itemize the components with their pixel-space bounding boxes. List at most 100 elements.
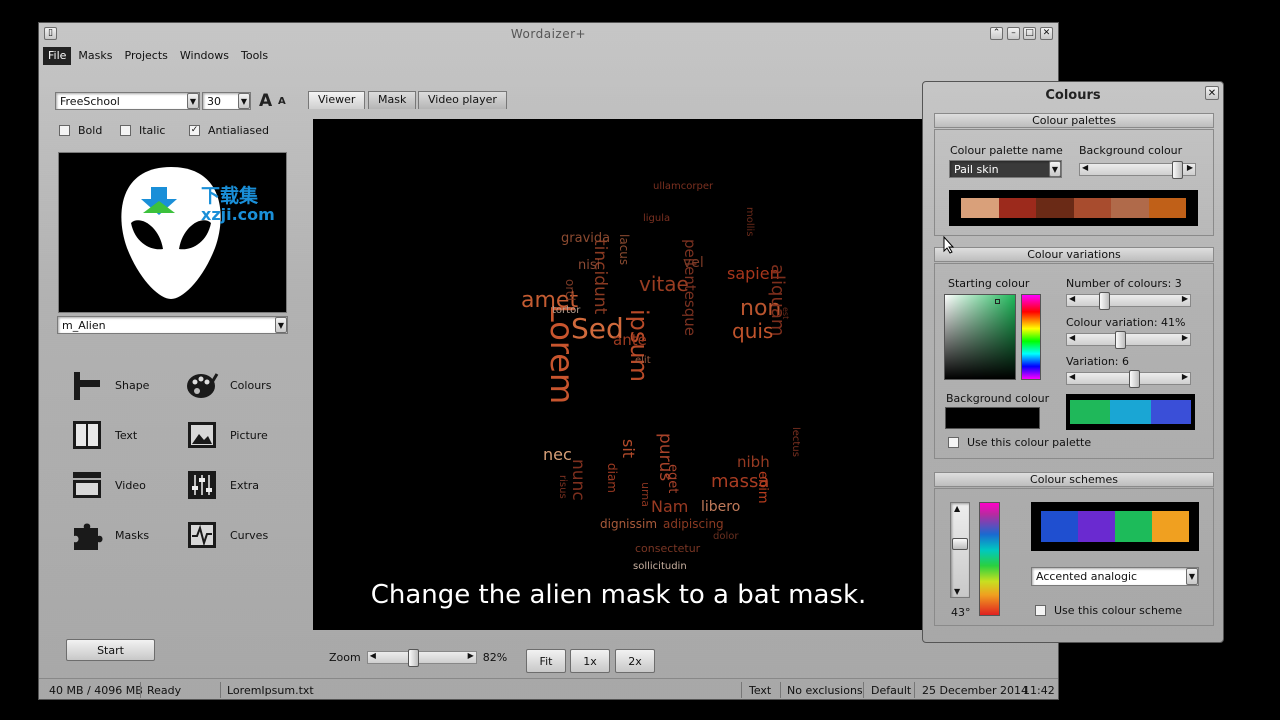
start-button[interactable]: Start [66, 639, 155, 661]
antialiased-label: Antialiased [208, 124, 269, 137]
window-close-button[interactable]: ✕ [1040, 27, 1053, 40]
font-size-select[interactable]: 30 ▼ [202, 92, 251, 110]
antialiased-option[interactable]: ✓ Antialiased [189, 124, 269, 137]
zoom-2x-button[interactable]: 2x [615, 649, 655, 673]
scheme-swatch [1152, 511, 1189, 542]
arrow-left-icon[interactable]: ◀ [370, 651, 376, 660]
colour-schemes-box: ▲ ▼ 43° Accented analogic ▼ Use this col… [934, 488, 1214, 626]
tool-extra[interactable]: Extra [184, 467, 259, 503]
colours-panel-title: Colours [1045, 88, 1101, 103]
menu-windows[interactable]: Windows [175, 47, 234, 65]
zoom-slider[interactable]: ◀ ▶ [366, 649, 477, 667]
arrow-right-icon[interactable]: ▶ [1182, 333, 1188, 342]
window-minimize-button[interactable]: – [1007, 27, 1020, 40]
tool-picture[interactable]: Picture [184, 417, 268, 453]
arrow-right-icon[interactable]: ▶ [1187, 163, 1193, 172]
slider-thumb[interactable] [1115, 331, 1126, 349]
section-colour-schemes[interactable]: Colour schemes [934, 472, 1214, 487]
arrow-left-icon[interactable]: ◀ [1069, 333, 1075, 342]
zoom-slider-thumb[interactable] [407, 649, 419, 667]
word-cloud-word: diam [605, 463, 619, 493]
variation-bg-colour-swatch[interactable] [945, 407, 1040, 429]
window-maximize-button[interactable]: □ [1023, 27, 1036, 40]
arrow-right-icon[interactable]: ▶ [1182, 372, 1188, 381]
mask-select-value: m_Alien [62, 319, 106, 332]
status-state: Ready [147, 684, 182, 697]
tool-shape[interactable]: Shape [69, 367, 149, 403]
font-family-select[interactable]: FreeSchool ▼ [55, 92, 200, 110]
tool-text[interactable]: Text [69, 417, 137, 453]
use-scheme-option[interactable]: Use this colour scheme [1035, 604, 1182, 617]
chevron-down-icon[interactable]: ▼ [1186, 568, 1198, 585]
variation-count-slider[interactable]: ◀ ▶ [1066, 370, 1191, 388]
palette-bg-slider[interactable]: ◀ ▶ [1079, 161, 1196, 179]
slider-thumb[interactable] [1099, 292, 1110, 310]
scheme-hue-bar[interactable] [979, 502, 1000, 616]
arrow-right-icon[interactable]: ▶ [468, 651, 474, 660]
arrow-right-icon[interactable]: ▶ [1182, 294, 1188, 303]
colour-picker-cursor[interactable] [995, 299, 1000, 304]
menu-file[interactable]: File [43, 47, 72, 65]
slider-thumb[interactable] [1172, 161, 1183, 179]
arrow-left-icon[interactable]: ◀ [1069, 372, 1075, 381]
viewer-canvas[interactable]: Lorem ipsum Sed amet non quis vitae sapien tinci… [313, 119, 924, 630]
menu-masks[interactable]: Masks [73, 47, 117, 65]
zoom-1x-button[interactable]: 1x [570, 649, 610, 673]
palette-swatch [961, 198, 999, 218]
chevron-down-icon[interactable]: ▼ [275, 317, 287, 333]
section-colour-palettes[interactable]: Colour palettes [934, 113, 1214, 128]
sliders-icon [184, 467, 220, 503]
status-profile: Default [871, 684, 912, 697]
use-palette-option[interactable]: Use this colour palette [948, 436, 1091, 449]
number-of-colours-slider[interactable]: ◀ ▶ [1066, 292, 1191, 310]
italic-option[interactable]: Italic [120, 124, 165, 137]
palette-swatches [949, 190, 1198, 226]
use-palette-checkbox[interactable] [948, 437, 959, 448]
colour-picker-field[interactable] [944, 294, 1016, 380]
word-cloud-word: Nam [651, 497, 689, 516]
scheme-select[interactable]: Accented analogic ▼ [1031, 567, 1199, 586]
arrow-left-icon[interactable]: ◀ [1082, 163, 1088, 172]
tool-curves[interactable]: Curves [184, 517, 268, 553]
tab-video-player[interactable]: Video player [418, 91, 507, 109]
colour-variation-slider[interactable]: ◀ ▶ [1066, 331, 1191, 349]
arrow-up-icon[interactable]: ▲ [954, 504, 960, 513]
window-help-button[interactable]: ⌃ [990, 27, 1003, 40]
word-cloud-word: aliquam [767, 264, 788, 337]
watermark-text: 下载集 [201, 185, 259, 207]
menu-projects[interactable]: Projects [120, 47, 173, 65]
zoom-fit-button[interactable]: Fit [526, 649, 566, 673]
use-scheme-checkbox[interactable] [1035, 605, 1046, 616]
arrow-down-icon[interactable]: ▼ [954, 587, 960, 596]
font-grow-button[interactable]: A [259, 91, 272, 111]
font-shrink-button[interactable]: A [278, 96, 286, 107]
word-cloud-word: adipiscing [663, 517, 724, 531]
palette-name-select[interactable]: Pail skin ▼ [949, 160, 1062, 178]
chevron-down-icon[interactable]: ▼ [238, 93, 250, 109]
tab-mask[interactable]: Mask [368, 91, 417, 109]
section-colour-variations[interactable]: Colour variations [934, 247, 1214, 262]
tab-viewer[interactable]: Viewer [308, 91, 366, 109]
tool-video[interactable]: Video [69, 467, 146, 503]
tool-colours[interactable]: Colours [184, 367, 271, 403]
bold-checkbox[interactable] [59, 125, 70, 136]
scheme-angle-slider[interactable]: ▲ ▼ [950, 502, 970, 598]
chevron-down-icon[interactable]: ▼ [1049, 161, 1061, 177]
arrow-left-icon[interactable]: ◀ [1069, 294, 1075, 303]
menu-tools[interactable]: Tools [236, 47, 273, 65]
chevron-down-icon[interactable]: ▼ [187, 93, 199, 109]
waveform-icon [184, 517, 220, 553]
bold-option[interactable]: Bold [59, 124, 102, 137]
slider-thumb[interactable] [952, 538, 968, 550]
antialiased-checkbox[interactable]: ✓ [189, 125, 200, 136]
slider-thumb[interactable] [1129, 370, 1140, 388]
mask-select[interactable]: m_Alien ▼ [57, 316, 288, 334]
hue-slider[interactable] [1021, 294, 1041, 380]
word-cloud-word: dignissim [600, 517, 658, 531]
italic-checkbox[interactable] [120, 125, 131, 136]
tool-masks[interactable]: Masks [69, 517, 149, 553]
video-caption: Change the alien mask to a bat mask. [370, 580, 867, 610]
word-cloud-word: pellentesque [681, 239, 699, 337]
close-icon[interactable]: ✕ [1205, 86, 1219, 100]
main-window: ▯ Wordaizer+ ⌃ – □ ✕ File Masks Projects… [38, 22, 1059, 700]
